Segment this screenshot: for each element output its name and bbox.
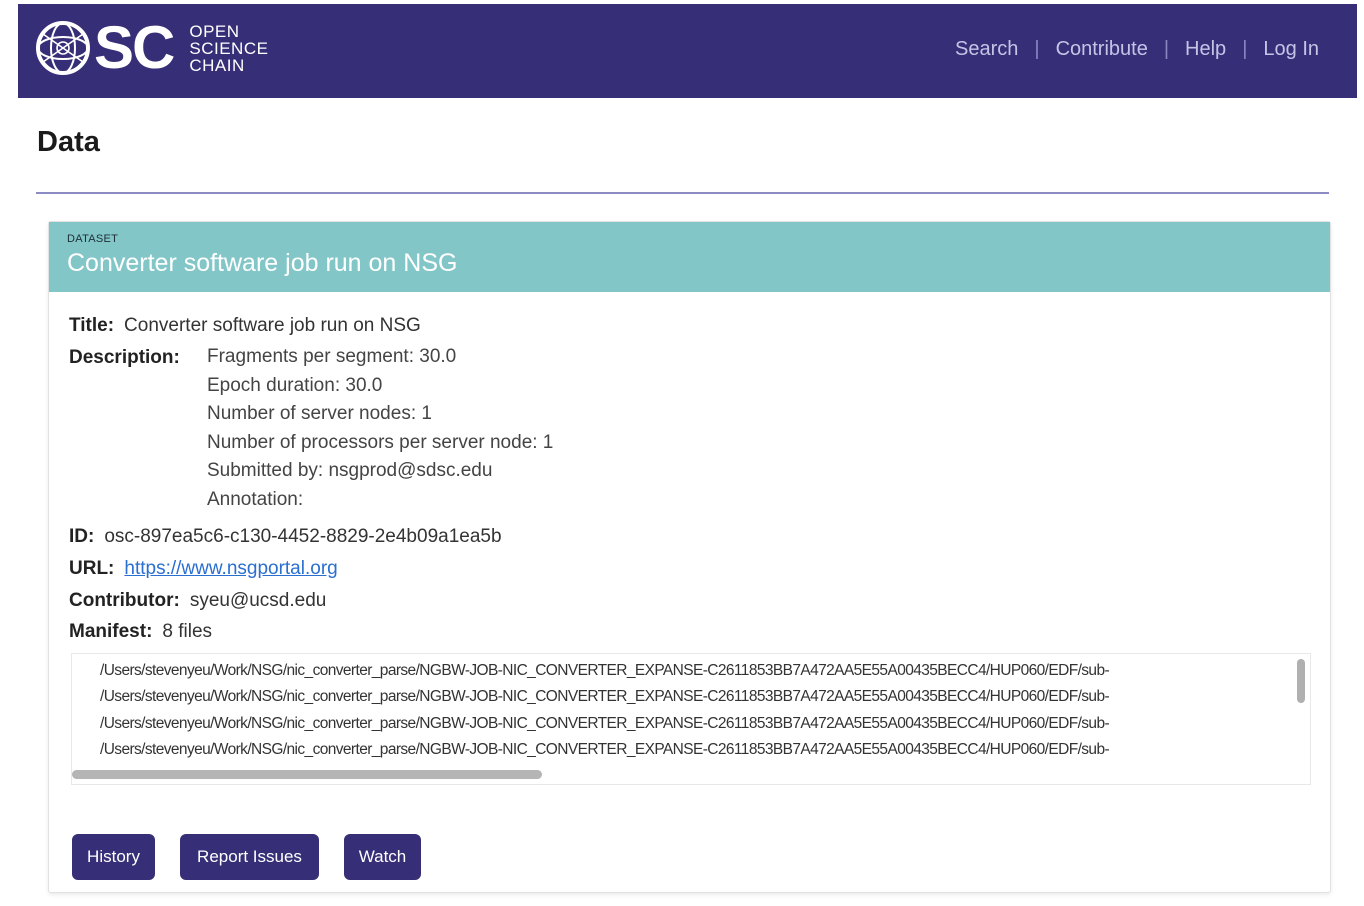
page-title: Data (37, 126, 100, 158)
description-row: Description: (69, 347, 190, 369)
description-line: Fragments per segment: 30.0 (207, 346, 457, 367)
contributor-value: syeu@ucsd.edu (189, 590, 327, 611)
description-line: Number of processors per server node: 1 (207, 431, 554, 453)
id-label: ID: (69, 526, 95, 547)
dataset-kicker: DATASET (67, 233, 119, 245)
manifest-row: Manifest: 8 files (69, 621, 212, 643)
manifest-lines: /Users/stevenyeu/Work/NSG/nic_converter_… (100, 658, 1290, 763)
nav-login-link[interactable]: Log In (1263, 38, 1319, 61)
globe-icon (36, 21, 90, 75)
vertical-scrollbar[interactable] (1297, 659, 1305, 703)
nav-divider: | (1034, 38, 1040, 60)
nav-contribute-link[interactable]: Contribute (1056, 38, 1148, 61)
manifest-file-path: /Users/stevenyeu/Work/NSG/nic_converter_… (100, 740, 1110, 758)
manifest-file-path: /Users/stevenyeu/Work/NSG/nic_converter_… (100, 714, 1110, 732)
dataset-card: DATASET Converter software job run on NS… (48, 221, 1331, 893)
logo-wordmark: OPEN SCIENCE CHAIN (189, 23, 268, 74)
horizontal-scrollbar[interactable] (72, 770, 542, 779)
url-row: URL: https://www.nsgportal.org (69, 558, 338, 580)
description-line: Annotation: (207, 488, 304, 510)
nav-search-link[interactable]: Search (955, 38, 1018, 61)
id-row: ID: osc-897ea5c6-c130-4452-8829-2e4b09a1e… (69, 526, 502, 548)
manifest-file-list[interactable]: /Users/stevenyeu/Work/NSG/nic_converter_… (71, 653, 1311, 785)
dataset-card-header: DATASET Converter software job run on NS… (49, 222, 1330, 292)
manifest-count: 8 files (162, 621, 213, 642)
history-button[interactable]: History (72, 834, 155, 880)
manifest-label: Manifest: (69, 621, 153, 642)
logo-letters: SC (94, 14, 175, 81)
url-label: URL: (69, 558, 115, 579)
logo-line: OPEN (189, 21, 240, 41)
url-link[interactable]: https://www.nsgportal.org (124, 558, 337, 579)
description-line: Number of server nodes: 1 (207, 403, 432, 424)
manifest-file-path: /Users/stevenyeu/Work/NSG/nic_converter_… (100, 688, 1110, 706)
description-line: Epoch duration: 30.0 (207, 374, 383, 396)
site-header: SC OPEN SCIENCE CHAIN Search | Contribut… (18, 4, 1357, 98)
watch-button[interactable]: Watch (344, 834, 421, 880)
manifest-file-path: /Users/stevenyeu/Work/NSG/nic_converter_… (100, 662, 1110, 679)
title-row: Title: Converter software job run on NSG (69, 315, 421, 337)
nav-help-link[interactable]: Help (1185, 38, 1226, 61)
osc-logo[interactable]: SC OPEN SCIENCE CHAIN (34, 18, 268, 78)
contributor-label: Contributor: (69, 590, 180, 611)
description-lines: Fragments per segment: 30.0 Epoch durati… (207, 343, 553, 514)
id-value: osc-897ea5c6-c130-4452-8829-2e4b09a1ea5b (104, 526, 502, 547)
logo-line: CHAIN (189, 55, 245, 75)
dataset-heading: Converter software job run on NSG (67, 249, 458, 277)
description-line: Submitted by: nsgprod@sdsc.edu (207, 460, 493, 481)
title-label: Title: (69, 315, 115, 336)
nav-divider: | (1163, 38, 1170, 60)
nav-divider: | (1242, 38, 1248, 60)
contributor-row: Contributor: syeu@ucsd.edu (69, 590, 326, 612)
title-divider (36, 192, 1329, 194)
report-issues-button[interactable]: Report Issues (180, 834, 319, 880)
title-value: Converter software job run on NSG (124, 315, 421, 336)
logo-line: SCIENCE (189, 38, 269, 58)
top-nav: Search | Contribute | Help | Log In (955, 38, 1319, 61)
description-label: Description: (69, 347, 180, 368)
